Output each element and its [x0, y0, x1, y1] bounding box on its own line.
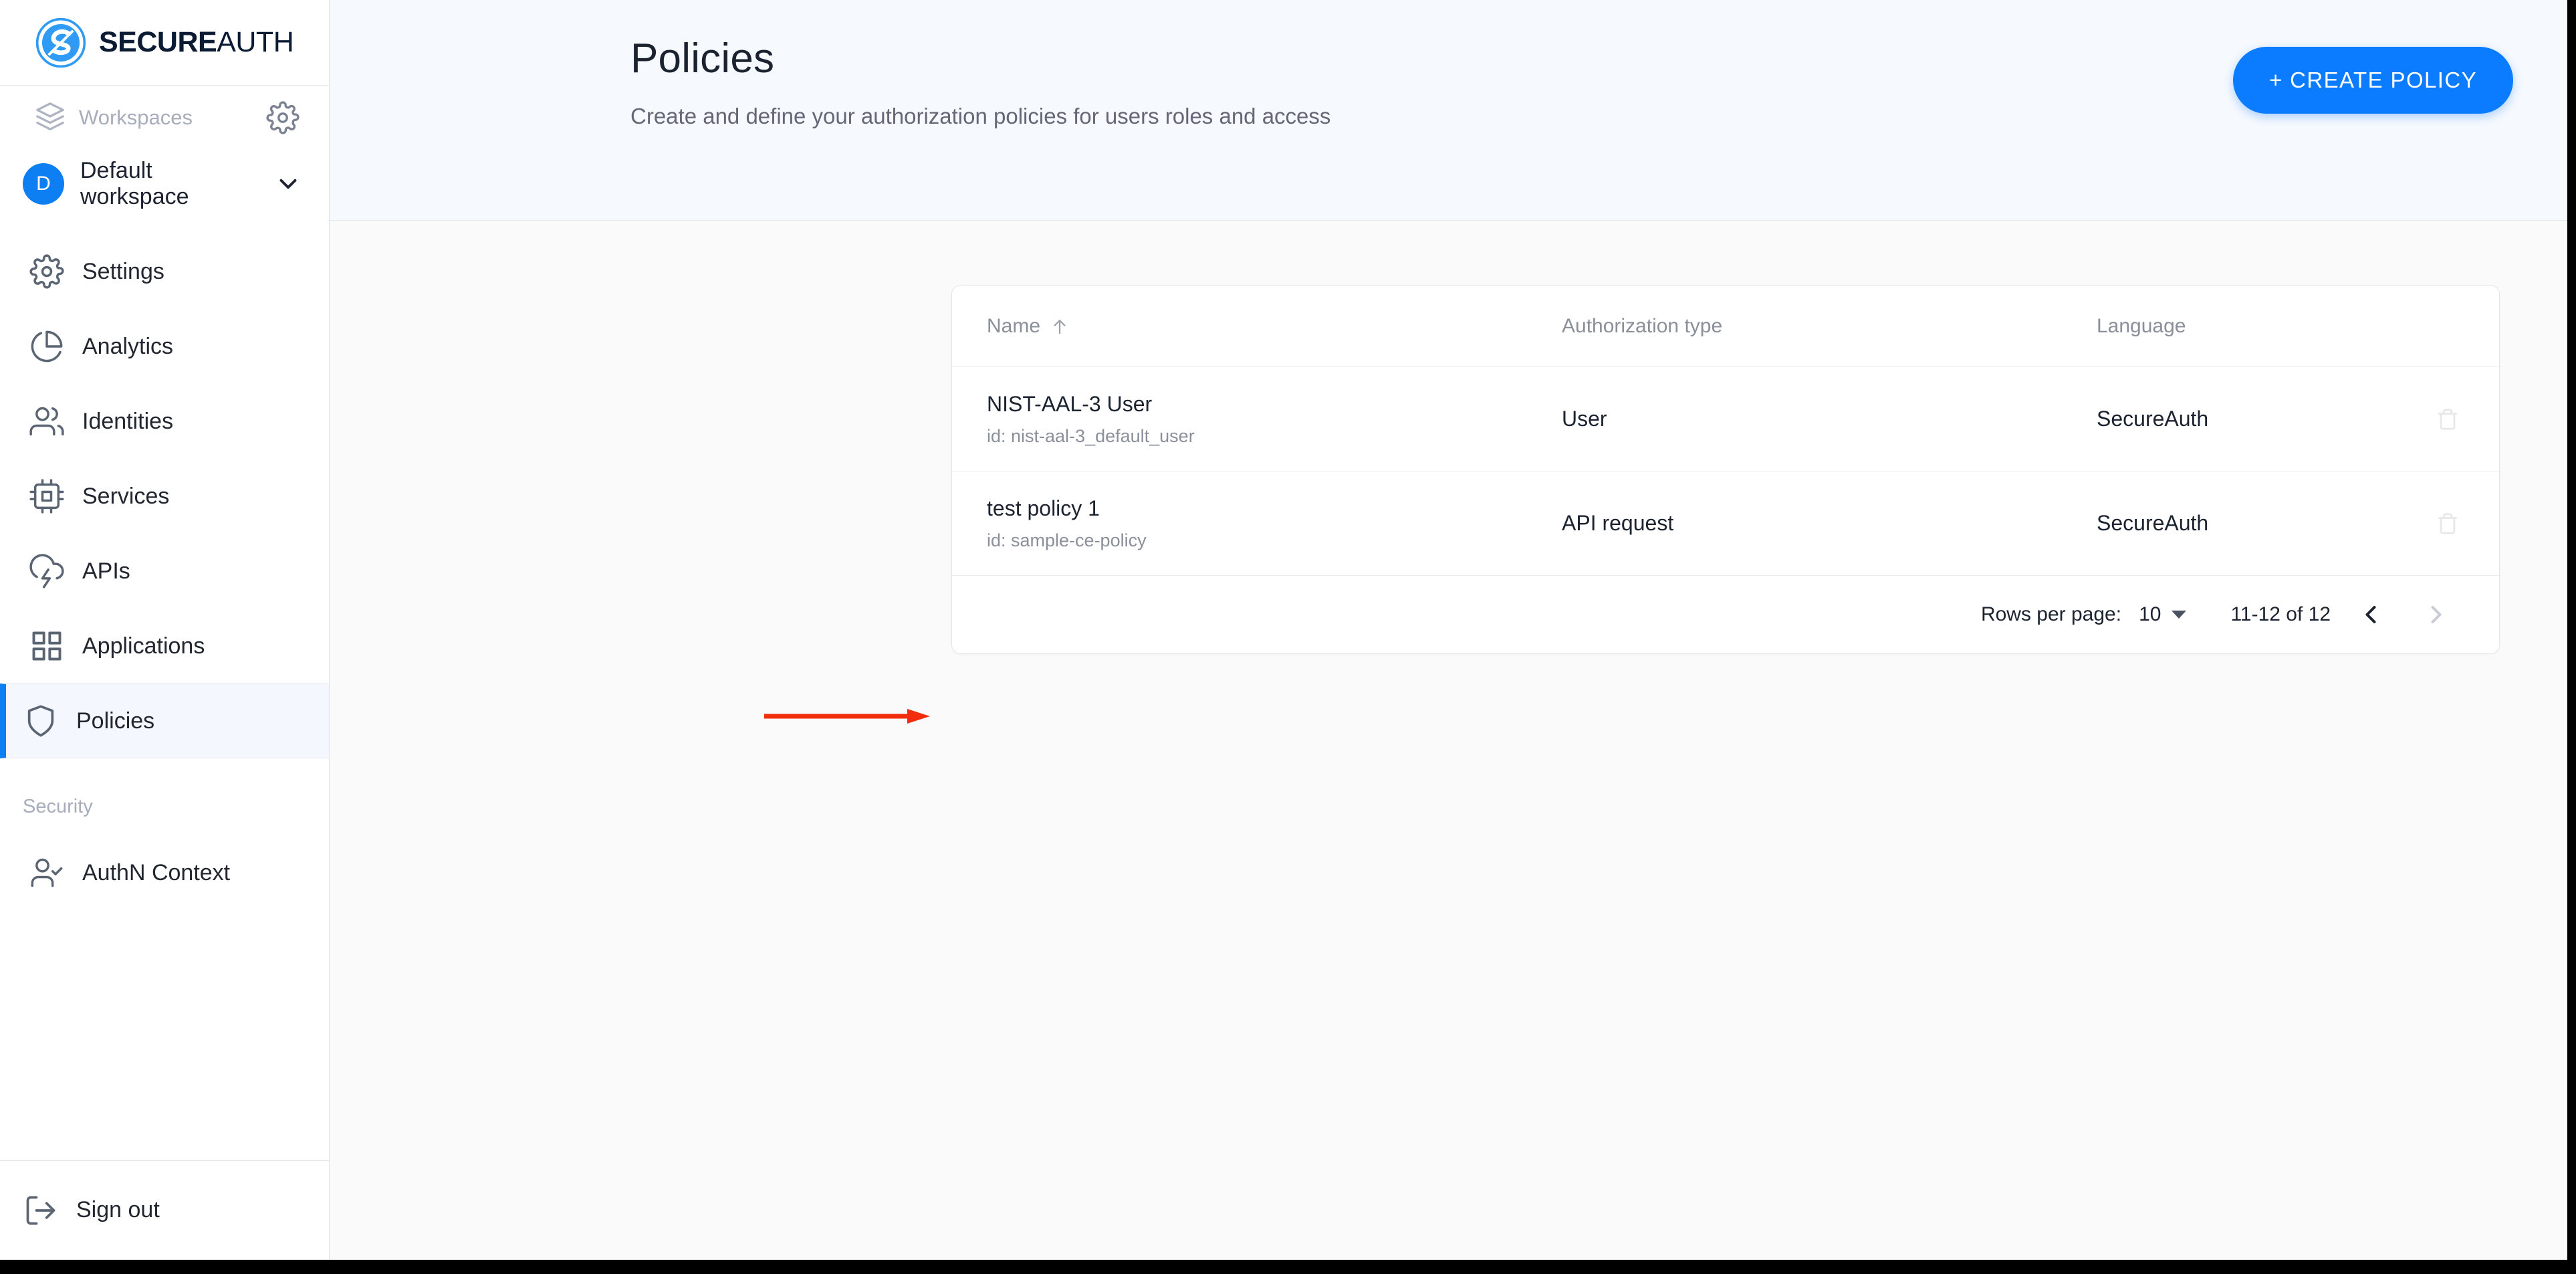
layers-icon: [35, 101, 66, 135]
cloud-bolt-icon: [29, 553, 65, 589]
page-header-texts: Policies Create and define your authoriz…: [630, 35, 2233, 129]
policy-name-cell: NIST-AAL-3 User id: nist-aal-3_default_u…: [987, 392, 1562, 447]
sidebar-item-label: Policies: [76, 708, 155, 734]
sidebar-item-policies[interactable]: Policies: [0, 683, 329, 758]
policy-actions: [2406, 512, 2459, 535]
brand-name-bold: SECURE: [99, 26, 217, 58]
shield-icon: [23, 703, 59, 739]
rows-per-page-label: Rows per page:: [1980, 603, 2122, 625]
sidebar-item-services[interactable]: Services: [0, 459, 329, 534]
secureauth-logo-icon: [35, 17, 87, 69]
trash-icon[interactable]: [2436, 408, 2459, 431]
pagination-range: 11-12 of 12: [2230, 603, 2331, 625]
column-header-authorization-type[interactable]: Authorization type: [1562, 315, 2097, 338]
sidebar-item-label: Identities: [82, 408, 174, 434]
previous-page-button[interactable]: [2345, 589, 2396, 640]
sidebar-item-label: APIs: [82, 558, 130, 584]
sidebar-item-analytics[interactable]: Analytics: [0, 309, 329, 384]
sign-out-label: Sign out: [76, 1197, 160, 1223]
sidebar-item-label: Settings: [82, 258, 164, 284]
create-policy-button[interactable]: + CREATE POLICY: [2232, 47, 2513, 114]
arrow-up-icon: [1050, 316, 1070, 336]
sidebar-item-label: AuthN Context: [82, 859, 231, 885]
policy-id: id: nist-aal-3_default_user: [987, 425, 1195, 446]
column-header-label: Name: [987, 314, 1041, 337]
workspace-selector[interactable]: D Default workspace: [0, 150, 329, 218]
sidebar-item-settings[interactable]: Settings: [0, 234, 329, 309]
sidebar-nav: Settings Analytics Identities Services A…: [0, 218, 329, 910]
grid-icon: [29, 628, 65, 664]
workspaces-label: Workspaces: [79, 106, 193, 129]
sidebar-item-identities[interactable]: Identities: [0, 384, 329, 459]
sign-out-icon: [23, 1192, 59, 1229]
pie-chart-icon: [29, 328, 65, 364]
policy-name-cell: test policy 1 id: sample-ce-policy: [987, 496, 1562, 551]
sidebar-section-security: Security: [23, 796, 93, 817]
column-header-name[interactable]: Name: [987, 315, 1562, 338]
brand-name-light: AUTH: [217, 26, 294, 58]
sidebar-item-applications[interactable]: Applications: [0, 609, 329, 683]
trash-icon[interactable]: [2436, 512, 2459, 535]
users-icon: [29, 403, 65, 439]
table-pagination: Rows per page: 10 11-12 of 12: [952, 576, 2499, 653]
column-header-language[interactable]: Language: [2097, 315, 2406, 338]
policy-actions: [2406, 408, 2459, 431]
gear-icon[interactable]: [266, 101, 300, 134]
page-title: Policies: [630, 35, 775, 82]
policy-id: id: sample-ce-policy: [987, 530, 1147, 550]
sign-out-button[interactable]: Sign out: [0, 1160, 329, 1259]
workspaces-header: Workspaces: [0, 86, 329, 150]
brand-name: SECUREAUTH: [99, 26, 294, 59]
table-row[interactable]: NIST-AAL-3 User id: nist-aal-3_default_u…: [952, 367, 2499, 471]
table-header-row: Name Authorization type Language: [952, 286, 2499, 367]
sidebar-item-apis[interactable]: APIs: [0, 534, 329, 609]
chevron-down-icon: [2172, 611, 2187, 619]
chevron-down-icon[interactable]: [274, 170, 302, 198]
page-subtitle: Create and define your authorization pol…: [630, 104, 1331, 128]
next-page-button[interactable]: [2411, 589, 2462, 640]
app-window: SECUREAUTH Workspaces D Default workspac…: [0, 0, 2567, 1260]
policy-name: test policy 1: [987, 496, 1100, 520]
rows-per-page-select[interactable]: 10: [2139, 603, 2187, 626]
chip-icon: [29, 478, 65, 514]
rows-per-page-value: 10: [2139, 603, 2161, 625]
content-area: Name Authorization type Language NIST-AA…: [330, 221, 2567, 1259]
sidebar-item-label: Services: [82, 483, 170, 509]
sidebar-item-label: Analytics: [82, 333, 174, 359]
sidebar-item-label: Applications: [82, 633, 205, 659]
annotation-arrow: [764, 709, 930, 724]
main-content: Policies Create and define your authoriz…: [330, 0, 2567, 1259]
policy-language: SecureAuth: [2097, 511, 2209, 535]
avatar: D: [23, 163, 64, 205]
user-check-icon: [29, 855, 65, 891]
policy-auth-type: User: [1562, 407, 1607, 431]
brand-logo[interactable]: SECUREAUTH: [0, 0, 329, 86]
sidebar: SECUREAUTH Workspaces D Default workspac…: [0, 0, 330, 1259]
sidebar-item-authn-context[interactable]: AuthN Context: [0, 835, 329, 910]
policies-table: Name Authorization type Language NIST-AA…: [951, 285, 2500, 654]
policy-language: SecureAuth: [2097, 407, 2209, 431]
policy-name: NIST-AAL-3 User: [987, 391, 1153, 416]
gear-icon: [29, 253, 65, 290]
policy-auth-type: API request: [1562, 511, 1674, 535]
table-row[interactable]: test policy 1 id: sample-ce-policy API r…: [952, 471, 2499, 576]
page-header: Policies Create and define your authoriz…: [330, 0, 2567, 221]
workspace-name: Default workspace: [80, 158, 189, 209]
